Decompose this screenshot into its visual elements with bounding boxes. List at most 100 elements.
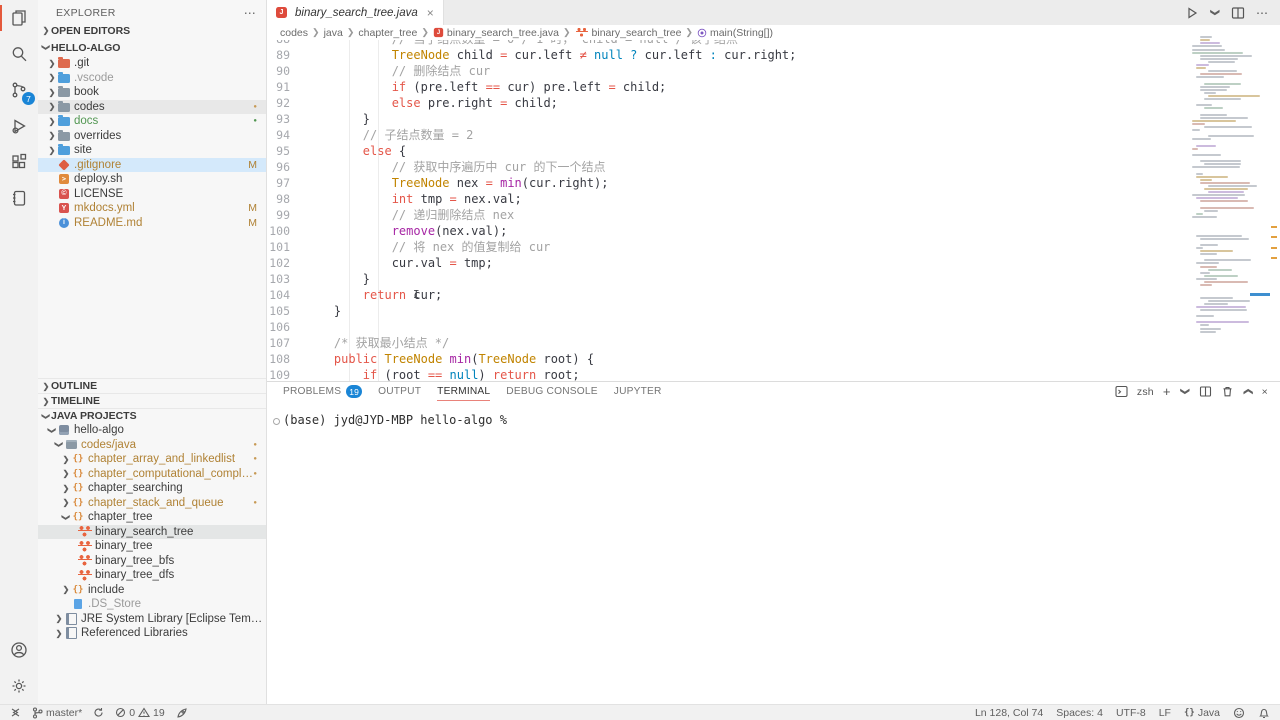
activity-extensions[interactable]	[0, 144, 38, 180]
tree-item-gitignore[interactable]: ❯.gitignoreM	[38, 158, 266, 173]
tab-close-icon[interactable]: ×	[427, 6, 434, 20]
activity-explorer[interactable]	[0, 0, 38, 36]
code-line-98[interactable]: 98 int tmp = nex.val;	[267, 191, 1180, 207]
tree-item-chapter-array-and-linkedlist[interactable]: ❯{}chapter_array_and_linkedlist●	[38, 452, 266, 467]
breadcrumb-main-string[interactable]: main(String[])	[697, 27, 773, 39]
settings-button[interactable]	[0, 668, 38, 704]
terminal-prompt[interactable]: (base) jyd@JYD-MBP hello-algo %	[283, 413, 1280, 427]
tree-item-chapter-tree[interactable]: ❯{}chapter_tree	[38, 510, 266, 525]
run-icon[interactable]	[1185, 6, 1199, 20]
code-line-93[interactable]: 93 }	[267, 111, 1180, 127]
notifications-status[interactable]	[1258, 707, 1270, 719]
code-line-105[interactable]: 105 }	[267, 303, 1180, 319]
tree-item-chapter-searching[interactable]: ❯{}chapter_searching	[38, 481, 266, 496]
tree-item-include[interactable]: ❯{}include	[38, 583, 266, 598]
open-editors-section[interactable]: ❯ OPEN EDITORS	[38, 22, 266, 39]
more-actions-icon[interactable]: ⋯	[1256, 6, 1268, 20]
encoding-status[interactable]: UTF-8	[1116, 707, 1146, 719]
split-terminal-icon[interactable]	[1199, 385, 1212, 398]
code-line-100[interactable]: 100 remove(nex.val);	[267, 223, 1180, 239]
timeline-section[interactable]: ❯ TIMELINE	[38, 393, 266, 408]
tree-item-readme-md[interactable]: ❯README.mdM	[38, 216, 266, 231]
tree-item-chapter-stack-and-queue[interactable]: ❯{}chapter_stack_and_queue●	[38, 496, 266, 511]
indentation-status[interactable]: Spaces: 4	[1056, 707, 1103, 719]
outline-section[interactable]: ❯ OUTLINE	[38, 378, 266, 393]
tree-item-binary-tree-dfs[interactable]: ❯binary_tree_dfs	[38, 568, 266, 583]
activity-search[interactable]	[0, 36, 38, 72]
tree-item-referenced-libraries[interactable]: ❯Referenced Libraries	[38, 626, 266, 641]
cursor-position[interactable]: Ln 128, Col 74	[975, 707, 1043, 719]
account-button[interactable]	[0, 632, 38, 668]
tree-item-codes-java[interactable]: ❯codes/java●	[38, 438, 266, 453]
tree-item-docs[interactable]: ❯docs●	[38, 114, 266, 129]
code-line-97[interactable]: 97 TreeNode nex = min(cur.right);	[267, 175, 1180, 191]
sidebar-more-actions[interactable]: ⋯	[244, 6, 256, 20]
code-line-92[interactable]: 92 else pre.right = child;	[267, 95, 1180, 111]
chevron-down-icon[interactable]: ❯	[1179, 387, 1190, 397]
feedback-status[interactable]	[1233, 707, 1245, 719]
panel-tab-problems[interactable]: PROBLEMS19	[283, 382, 362, 401]
code-line-104[interactable]: 104 return cur;	[267, 287, 1180, 303]
panel-tab-debug-console[interactable]: DEBUG CONSOLE	[506, 382, 597, 401]
tree-item-chapter-computational-complexity[interactable]: ❯{}chapter_computational_complexity●	[38, 467, 266, 482]
tree-item-overrides[interactable]: ❯overrides	[38, 129, 266, 144]
code-area[interactable]: 88 // 当子结点数量 = 0 / 1 时， child = null / 该…	[267, 40, 1180, 381]
code-line-106[interactable]: 106	[267, 319, 1180, 335]
tree-item-mkdocs-yml[interactable]: ❯mkdocs.ymlM	[38, 201, 266, 216]
breadcrumb-java[interactable]: java	[324, 27, 343, 39]
code-line-96[interactable]: 96 // 获取中序遍历中 cur 的下一个结点	[267, 159, 1180, 175]
activity-notebook[interactable]	[0, 180, 38, 216]
language-mode[interactable]: {} Java	[1184, 707, 1220, 719]
launch-status[interactable]	[176, 707, 188, 719]
tree-item-book[interactable]: ❯book	[38, 85, 266, 100]
code-line-101[interactable]: 101 // 将 nex 的值复制给 cur	[267, 239, 1180, 255]
split-editor-icon[interactable]	[1231, 6, 1245, 20]
tree-item-hello-algo[interactable]: ❯hello-algo	[38, 423, 266, 438]
code-line-88[interactable]: 88 // 当子结点数量 = 0 / 1 时， child = null / 该…	[267, 40, 1180, 47]
tree-item-codes[interactable]: ❯codes●	[38, 100, 266, 115]
minimap[interactable]	[1190, 33, 1266, 353]
breadcrumb-binary-search-tree[interactable]: binary_search_tree	[575, 26, 682, 39]
maximize-panel-icon[interactable]: ❯	[1242, 387, 1253, 397]
breadcrumb-chapter-tree[interactable]: chapter_tree	[358, 27, 417, 39]
tree-item-git[interactable]: ❯.git	[38, 56, 266, 71]
tree-item-deploy-sh[interactable]: ❯deploy.sh	[38, 172, 266, 187]
root-folder-section[interactable]: ❯ HELLO-ALGO	[38, 39, 266, 56]
tree-item-binary-tree-bfs[interactable]: ❯binary_tree_bfs	[38, 554, 266, 569]
code-line-90[interactable]: 90 // 删除结点 cur	[267, 63, 1180, 79]
panel-tab-output[interactable]: OUTPUT	[378, 382, 421, 401]
add-terminal-icon[interactable]: +	[1163, 384, 1171, 399]
sync-status[interactable]	[93, 707, 104, 718]
code-line-95[interactable]: 95 else {	[267, 143, 1180, 159]
java-projects-section[interactable]: ❯ JAVA PROJECTS	[38, 408, 266, 423]
code-line-102[interactable]: 102 cur.val = tmp;	[267, 255, 1180, 271]
tree-item-license[interactable]: ❯LICENSE	[38, 187, 266, 202]
chevron-down-icon[interactable]: ❯	[1210, 8, 1221, 18]
code-line-94[interactable]: 94 // 子结点数量 = 2	[267, 127, 1180, 143]
code-line-99[interactable]: 99 // 递归删除结点 nex	[267, 207, 1180, 223]
activity-source-control[interactable]: 7	[0, 72, 38, 108]
tree-item-binary-search-tree[interactable]: ❯binary_search_tree	[38, 525, 266, 540]
code-line-91[interactable]: 91 if (pre.left == cur) pre.left = child…	[267, 79, 1180, 95]
shell-label[interactable]: zsh	[1137, 386, 1154, 398]
tree-item-jre-system-library-eclipse-temurin-17-17[interactable]: ❯JRE System Library [Eclipse Temurin 17 …	[38, 612, 266, 627]
trash-icon[interactable]	[1221, 385, 1234, 398]
activity-run-debug[interactable]	[0, 108, 38, 144]
panel-tab-terminal[interactable]: TERMINAL	[437, 382, 490, 401]
panel-tab-jupyter[interactable]: JUPYTER	[614, 382, 662, 401]
tree-item-ds-store[interactable]: ❯.DS_Store	[38, 597, 266, 612]
tree-item-site[interactable]: ❯site	[38, 143, 266, 158]
problems-status[interactable]: 0 19	[115, 707, 165, 719]
code-line-107[interactable]: 107 /* 获取最小结点 */	[267, 335, 1180, 351]
tree-item-vscode[interactable]: ❯.vscode	[38, 71, 266, 86]
code-line-89[interactable]: 89 TreeNode child = cur.left ≠ null ? cu…	[267, 47, 1180, 63]
code-line-103[interactable]: 103 }	[267, 271, 1180, 287]
tree-item-binary-tree[interactable]: ❯binary_tree	[38, 539, 266, 554]
remote-indicator[interactable]	[10, 707, 21, 718]
tab-binary-search-tree[interactable]: binary_search_tree.java ×	[267, 0, 444, 25]
breadcrumb-codes[interactable]: codes	[280, 27, 308, 39]
eol-status[interactable]: LF	[1159, 707, 1171, 719]
git-branch-status[interactable]: master*	[32, 707, 82, 719]
breadcrumb-binary-search-tree-java[interactable]: binary_search_tree.java	[433, 27, 559, 39]
code-line-109[interactable]: 109 if (root == null) return root;	[267, 367, 1180, 381]
